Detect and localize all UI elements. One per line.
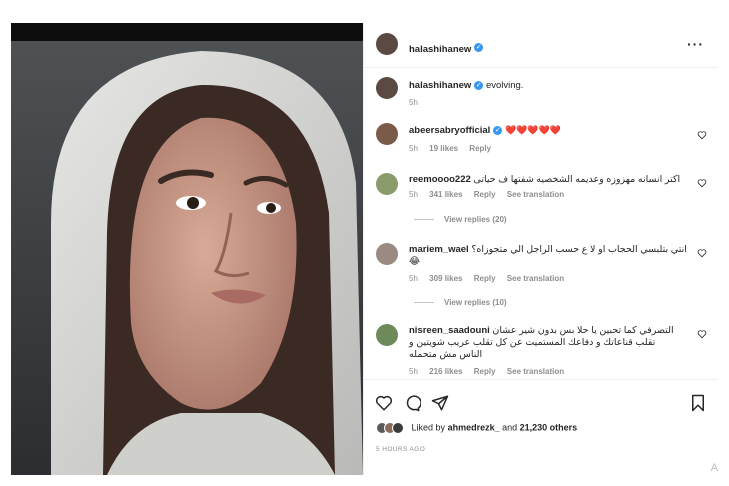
- more-options-icon[interactable]: ···: [687, 36, 704, 52]
- comment-likes[interactable]: 341 likes: [429, 190, 462, 199]
- post-header: halashihanew ✓ ···: [364, 23, 718, 68]
- like-comment-heart-icon[interactable]: [697, 178, 707, 188]
- liker-avatar: [392, 422, 404, 434]
- comment-item: mariem_wael انتي بتلبسي الحجاب او لا ع ح…: [364, 240, 718, 312]
- like-comment-heart-icon[interactable]: [697, 248, 707, 258]
- post-actions: Liked by ahmedrezk_ and 21,230 others 5 …: [364, 379, 718, 476]
- verified-badge-icon: ✓: [474, 80, 484, 90]
- comment-avatar[interactable]: [376, 173, 398, 195]
- liked-by: Liked by ahmedrezk_ and 21,230 others: [376, 422, 577, 434]
- reply-button[interactable]: Reply: [474, 190, 496, 199]
- comment-item: nisreen_saadouni التصرفي كما تحبين يا حل…: [364, 321, 718, 379]
- comment-text: اكتر انسانه مهزوزه وعديمه الشخصيه شفتها …: [473, 174, 681, 185]
- comment-bubble-icon[interactable]: [403, 394, 421, 412]
- author-username[interactable]: halashihanew: [409, 44, 471, 55]
- likes-count[interactable]: 21,230 others: [520, 422, 578, 432]
- comment-avatar[interactable]: [376, 243, 398, 265]
- comment-avatar[interactable]: [376, 324, 398, 346]
- comment-username[interactable]: reemoooo222: [409, 174, 471, 185]
- see-translation-link[interactable]: See translation: [507, 367, 564, 376]
- verified-badge-icon: ✓: [493, 125, 503, 135]
- view-replies-button[interactable]: View replies (10): [414, 298, 507, 307]
- post-photo[interactable]: [11, 23, 363, 475]
- comment-username[interactable]: nisreen_saadouni: [409, 325, 490, 336]
- comment-likes[interactable]: 216 likes: [429, 367, 462, 376]
- post-timestamp[interactable]: 5 HOURS AGO: [376, 446, 425, 453]
- author-avatar[interactable]: [376, 33, 398, 55]
- reply-button[interactable]: Reply: [474, 367, 496, 376]
- comment-item: abeersabryofficial ✓ ❤️❤️❤️❤️❤️ 5h 19 lik…: [364, 120, 718, 160]
- comment-text: ❤️❤️❤️❤️❤️: [504, 125, 561, 135]
- see-translation-link[interactable]: See translation: [507, 190, 564, 199]
- caption-time: 5h: [409, 98, 418, 107]
- instagram-post: halashihanew ✓ ··· halashihanew ✓ evolving…: [11, 23, 718, 475]
- verified-badge-icon: ✓: [474, 43, 484, 53]
- caption-username[interactable]: halashihanew: [409, 80, 471, 91]
- comment-time: 5h: [409, 190, 418, 199]
- reply-button[interactable]: Reply: [474, 274, 496, 283]
- comment-likes[interactable]: 19 likes: [429, 144, 458, 153]
- post-details-panel: halashihanew ✓ ··· halashihanew ✓ evolving…: [363, 23, 718, 475]
- like-heart-icon[interactable]: [375, 394, 393, 412]
- comment-time: 5h: [409, 367, 418, 376]
- view-replies-button[interactable]: View replies (20): [414, 215, 507, 224]
- comment-item: reemoooo222 اكتر انسانه مهزوزه وعديمه ال…: [364, 170, 718, 230]
- comment-username[interactable]: mariem_wael: [409, 244, 469, 255]
- caption-text: evolving.: [485, 80, 524, 91]
- portrait-image: [11, 23, 363, 475]
- share-paper-plane-icon[interactable]: [431, 394, 449, 412]
- see-translation-link[interactable]: See translation: [507, 274, 564, 283]
- comment-avatar[interactable]: [376, 123, 398, 145]
- like-comment-heart-icon[interactable]: [697, 130, 707, 140]
- comment-time: 5h: [409, 144, 418, 153]
- reply-button[interactable]: Reply: [469, 144, 491, 153]
- save-bookmark-icon[interactable]: [690, 394, 706, 412]
- comment-likes[interactable]: 309 likes: [429, 274, 462, 283]
- author-name-row: halashihanew ✓: [409, 39, 484, 57]
- caption: halashihanew ✓ evolving. 5h: [364, 67, 718, 109]
- liked-by-user[interactable]: ahmedrezk_: [448, 422, 500, 432]
- watermark-letter: A: [710, 462, 718, 474]
- caption-avatar[interactable]: [376, 77, 398, 99]
- comment-username[interactable]: abeersabryofficial: [409, 125, 490, 136]
- comment-time: 5h: [409, 274, 418, 283]
- like-comment-heart-icon[interactable]: [697, 329, 707, 339]
